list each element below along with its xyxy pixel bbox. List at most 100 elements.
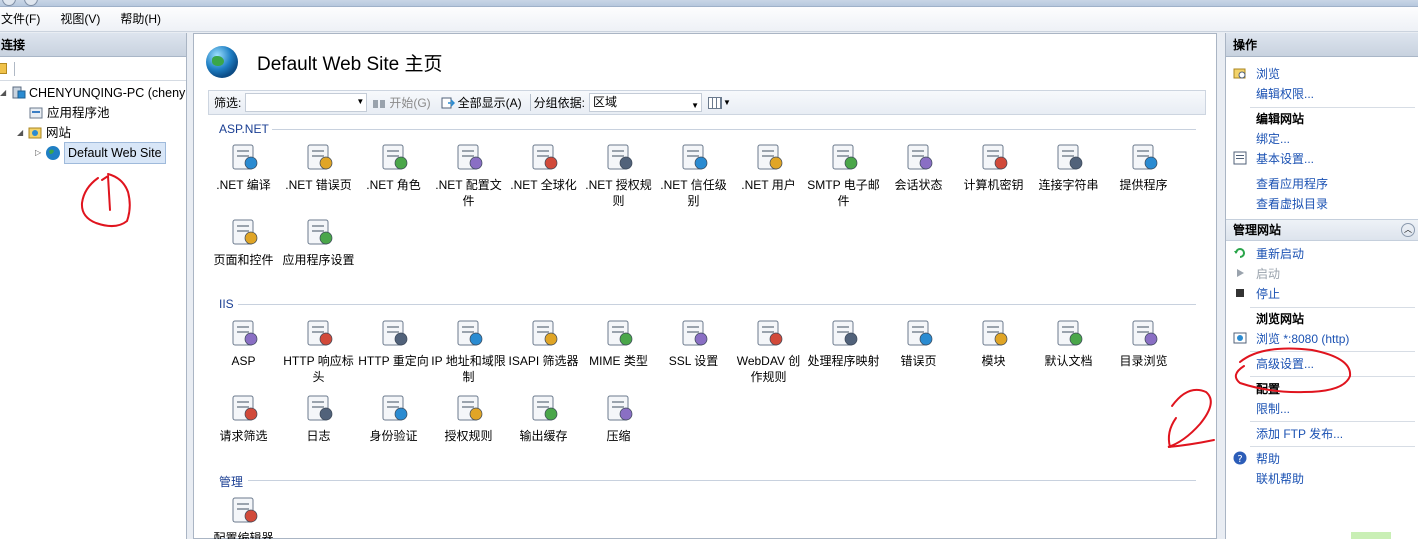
- feature-item[interactable]: 输出缓存: [506, 392, 581, 444]
- feature-item[interactable]: .NET 用户: [731, 141, 806, 193]
- feature-item[interactable]: .NET 信任级别: [656, 141, 731, 209]
- feature-item[interactable]: .NET 编译: [206, 141, 281, 193]
- page-title-bar: Default Web Site 主页: [206, 44, 443, 80]
- feature-item[interactable]: 日志: [281, 392, 356, 444]
- bindings-link[interactable]: 绑定...: [1256, 129, 1290, 149]
- feature-icon: [1053, 141, 1085, 173]
- limits-link[interactable]: 限制...: [1256, 399, 1290, 419]
- feature-item[interactable]: 应用程序设置: [281, 216, 356, 268]
- feature-item[interactable]: SSL 设置: [656, 317, 731, 369]
- view-applications-link[interactable]: 查看应用程序: [1256, 174, 1328, 194]
- feature-item[interactable]: ASP: [206, 317, 281, 369]
- online-help-link[interactable]: 联机帮助: [1256, 469, 1304, 489]
- dropdown-arrow-icon[interactable]: ▼: [691, 97, 699, 114]
- feature-label: 日志: [306, 429, 331, 443]
- feature-icon: [528, 141, 560, 173]
- sites-folder-icon: [28, 127, 42, 139]
- page-title: Default Web Site 主页: [257, 53, 443, 75]
- feature-item[interactable]: 计算机密钥: [956, 141, 1031, 193]
- configure-heading: 配置: [1256, 382, 1281, 396]
- manage-site-header[interactable]: 管理网站 ︿: [1226, 219, 1418, 241]
- browse-8080-link[interactable]: 浏览 *:8080 (http): [1256, 329, 1349, 349]
- feature-item[interactable]: 错误页: [881, 317, 956, 369]
- actions-divider: [1250, 376, 1415, 377]
- filter-input[interactable]: ▼: [245, 93, 368, 112]
- feature-item[interactable]: 提供程序: [1106, 141, 1181, 193]
- feature-item[interactable]: IP 地址和域限制: [431, 317, 506, 385]
- feature-icon: [453, 392, 485, 424]
- feature-icon: [228, 494, 260, 526]
- connections-header: 连接: [0, 33, 186, 57]
- browse-link[interactable]: 浏览: [1256, 64, 1280, 84]
- tree-node-sites[interactable]: ◢ 网站: [17, 123, 71, 143]
- tree-label-default-web-site: Default Web Site: [64, 142, 166, 164]
- feature-item[interactable]: ISAPI 筛选器: [506, 317, 581, 369]
- forward-button[interactable]: [24, 0, 38, 6]
- help-link[interactable]: 帮助: [1256, 449, 1280, 469]
- advanced-settings-link[interactable]: 高级设置...: [1256, 354, 1314, 374]
- edit-permissions-link[interactable]: 编辑权限...: [1256, 84, 1314, 104]
- feature-item[interactable]: .NET 授权规则: [581, 141, 656, 209]
- feature-item[interactable]: 身份验证: [356, 392, 431, 444]
- show-all-label: 全部显示(A): [457, 96, 522, 110]
- menu-help[interactable]: 帮助(H): [110, 7, 171, 32]
- feature-label: SSL 设置: [668, 354, 719, 368]
- section-title-iis: IIS: [219, 297, 234, 311]
- feature-item[interactable]: HTTP 重定向: [356, 317, 431, 369]
- feature-item[interactable]: .NET 配置文件: [431, 141, 506, 209]
- feature-label: 请求筛选: [219, 429, 268, 443]
- tree-node-default-web-site[interactable]: ▷ Default Web Site: [35, 142, 166, 164]
- feature-item[interactable]: 压缩: [581, 392, 656, 444]
- start-filter-button[interactable]: 开始(G): [367, 94, 435, 111]
- tree-node-app-pools[interactable]: 应用程序池: [28, 103, 110, 123]
- feature-item[interactable]: HTTP 响应标头: [281, 317, 356, 385]
- feature-item[interactable]: .NET 全球化: [506, 141, 581, 193]
- show-all-button[interactable]: 全部显示(A): [436, 94, 527, 111]
- feature-item[interactable]: 配置编辑器: [206, 494, 281, 539]
- feature-item[interactable]: MIME 类型: [581, 317, 656, 369]
- menu-view[interactable]: 视图(V): [50, 7, 110, 32]
- globe-icon: [206, 46, 238, 78]
- feature-item[interactable]: .NET 错误页: [281, 141, 356, 193]
- back-button[interactable]: [2, 0, 16, 6]
- stop-link[interactable]: 停止: [1256, 284, 1280, 304]
- feature-item[interactable]: 授权规则: [431, 392, 506, 444]
- feature-item[interactable]: SMTP 电子邮件: [806, 141, 881, 209]
- feature-item[interactable]: 目录浏览: [1106, 317, 1181, 369]
- feature-icon: [453, 317, 485, 349]
- feature-item[interactable]: 会话状态: [881, 141, 956, 193]
- tree-node-server[interactable]: ◢ CHENYUNQING-PC (cheny: [0, 83, 185, 103]
- actions-header: 操作: [1226, 33, 1418, 57]
- feature-item[interactable]: 页面和控件: [206, 216, 281, 268]
- basic-settings-link[interactable]: 基本设置...: [1256, 149, 1314, 169]
- restart-link[interactable]: 重新启动: [1256, 244, 1304, 264]
- feature-item[interactable]: 请求筛选: [206, 392, 281, 444]
- feature-icon: [978, 317, 1010, 349]
- actions-pane: 操作 浏览 编辑权限... 编辑网站 绑定... 基本设置... 查看应用程序 …: [1225, 33, 1418, 539]
- group-by-select[interactable]: 区域 ▼: [589, 93, 703, 114]
- tree-label-app-pools: 应用程序池: [47, 106, 110, 120]
- folder-icon[interactable]: [0, 63, 7, 74]
- feature-item[interactable]: .NET 角色: [356, 141, 431, 193]
- group-by-label: 分组依据:: [533, 96, 586, 110]
- collapse-arrow-icon[interactable]: ◢: [0, 83, 10, 103]
- view-mode-button[interactable]: ▼: [708, 96, 731, 109]
- collapse-arrow-icon[interactable]: ◢: [17, 123, 27, 143]
- view-virtual-dirs-link[interactable]: 查看虚拟目录: [1256, 194, 1328, 214]
- actions-divider: [1250, 446, 1415, 447]
- feature-item[interactable]: 模块: [956, 317, 1031, 369]
- menu-file[interactable]: 文件(F): [0, 7, 50, 32]
- collapse-chevron-icon[interactable]: ︿: [1401, 223, 1415, 237]
- dropdown-arrow-icon[interactable]: ▼: [356, 97, 364, 106]
- start-link[interactable]: 启动: [1256, 264, 1280, 284]
- feature-label: SMTP 电子邮件: [807, 178, 880, 208]
- feature-item[interactable]: 处理程序映射: [806, 317, 881, 369]
- feature-item[interactable]: WebDAV 创作规则: [731, 317, 806, 385]
- expand-arrow-icon[interactable]: ▷: [35, 143, 45, 163]
- feature-icon: [303, 392, 335, 424]
- add-ftp-publishing-link[interactable]: 添加 FTP 发布...: [1256, 424, 1343, 444]
- feature-icon: [603, 141, 635, 173]
- feature-label: MIME 类型: [589, 354, 648, 368]
- feature-item[interactable]: 连接字符串: [1031, 141, 1106, 193]
- feature-item[interactable]: 默认文档: [1031, 317, 1106, 369]
